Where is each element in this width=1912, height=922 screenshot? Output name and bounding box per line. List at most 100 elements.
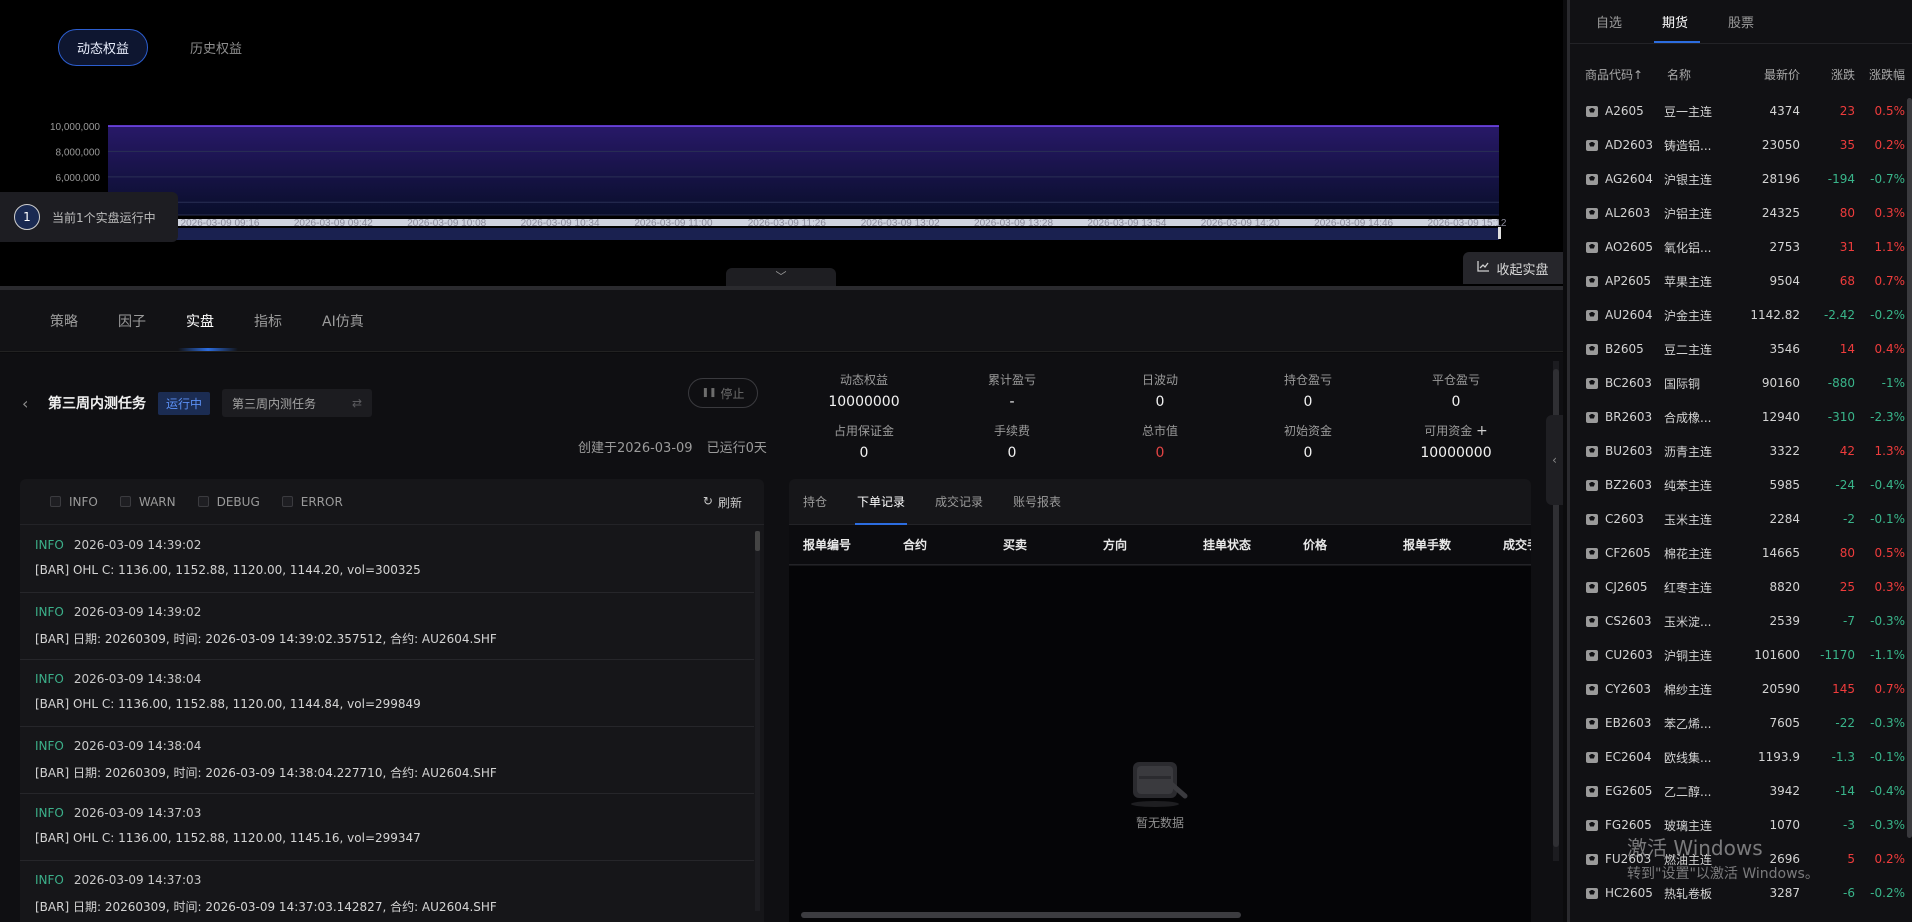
tab-indicator[interactable]: 指标 xyxy=(254,290,322,352)
tab-dynamic-equity[interactable]: 动态权益 xyxy=(58,29,149,66)
log-entry: INFO 2026-03-09 14:39:02 [BAR] 日期: 2026030… xyxy=(20,593,754,660)
favorite-icon[interactable] xyxy=(1586,615,1598,627)
favorite-icon[interactable] xyxy=(1586,139,1598,151)
favorite-icon[interactable] xyxy=(1586,309,1598,321)
collapse-live-button[interactable]: 收起实盘 xyxy=(1463,252,1563,284)
quote-row[interactable]: CF2605 棉花主连 14665 80 0.5% xyxy=(1570,536,1912,570)
quote-row[interactable]: A2605 豆一主连 4374 23 0.5% xyxy=(1570,94,1912,128)
quote-code: CU2603 xyxy=(1605,648,1653,662)
favorite-icon[interactable] xyxy=(1586,275,1598,287)
filter-error[interactable]: ERROR xyxy=(281,495,343,509)
favorite-icon[interactable] xyxy=(1586,853,1598,865)
quote-row[interactable]: AG2604 沪银主连 28196 -194 -0.7% xyxy=(1570,162,1912,196)
refresh-button[interactable]: ↻ 刷新 xyxy=(703,494,742,511)
favorite-icon[interactable] xyxy=(1586,377,1598,389)
quote-row[interactable]: BZ2603 纯苯主连 5985 -24 -0.4% xyxy=(1570,468,1912,502)
checkbox[interactable] xyxy=(281,496,293,507)
task-select[interactable]: 第三周内测任务 ⇄ xyxy=(222,389,373,417)
quote-change: 42 xyxy=(1839,444,1855,458)
horizontal-scrollbar[interactable] xyxy=(799,912,1521,918)
quote-change: 35 xyxy=(1839,138,1855,152)
tab-ai-sim[interactable]: AI仿真 xyxy=(322,290,390,352)
favorite-icon[interactable] xyxy=(1586,343,1598,355)
filter-warn[interactable]: WARN xyxy=(119,495,176,509)
quote-row[interactable]: FG2605 玻璃主连 1070 -3 -0.3% xyxy=(1570,808,1912,842)
favorite-icon[interactable] xyxy=(1586,513,1598,525)
quote-row[interactable]: CJ2605 红枣主连 8820 25 0.3% xyxy=(1570,570,1912,604)
scrollbar-thumb[interactable] xyxy=(1907,98,1912,838)
stat-label-text: 可用资金 xyxy=(1424,424,1473,438)
chevron-left-icon[interactable]: ‹ xyxy=(1546,415,1563,505)
favorite-icon[interactable] xyxy=(1586,683,1598,695)
stop-button[interactable]: ❚❚ 停止 xyxy=(688,378,758,408)
favorite-icon[interactable] xyxy=(1586,887,1598,899)
quote-row[interactable]: AP2605 苹果主连 9504 68 0.7% xyxy=(1570,264,1912,298)
quote-row[interactable]: EB2603 苯乙烯... 7605 -22 -0.3% xyxy=(1570,706,1912,740)
running-count-badge[interactable]: 1 当前1个实盘运行中 xyxy=(0,192,178,242)
back-arrow-icon[interactable]: ‹ xyxy=(22,394,36,413)
quote-change-pct: -2.3% xyxy=(1870,410,1905,424)
quote-row[interactable]: EC2604 欧线集... 1193.9 -1.3 -0.1% xyxy=(1570,740,1912,774)
column-header-code[interactable]: 商品代码↑ xyxy=(1570,66,1664,83)
quote-row[interactable]: FU2603 燃油主连 2696 5 0.2% xyxy=(1570,842,1912,876)
filter-label: DEBUG xyxy=(216,494,260,509)
quote-row[interactable]: CS2603 玉米淀... 2539 -7 -0.3% xyxy=(1570,604,1912,638)
tab-strategy[interactable]: 策略 xyxy=(50,290,118,352)
quote-row[interactable]: EG2605 乙二醇... 3942 -14 -0.4% xyxy=(1570,774,1912,808)
favorite-icon[interactable] xyxy=(1586,717,1598,729)
checkbox[interactable] xyxy=(197,496,209,507)
chevron-down-icon[interactable]: ﹀ xyxy=(726,268,836,286)
favorite-icon[interactable] xyxy=(1586,785,1598,797)
quote-row[interactable]: AO2605 氧化铝... 2753 31 1.1% xyxy=(1570,230,1912,264)
quote-row[interactable]: AU2604 沪金主连 1142.82 -2.42 -0.2% xyxy=(1570,298,1912,332)
quote-row[interactable]: CU2603 沪铜主连 101600 -1170 -1.1% xyxy=(1570,638,1912,672)
tab-positions[interactable]: 持仓 xyxy=(803,479,827,525)
add-icon[interactable]: + xyxy=(1476,423,1488,439)
tab-account-report[interactable]: 账号报表 xyxy=(1013,479,1061,525)
scrollbar-thumb[interactable] xyxy=(801,912,1241,918)
tab-trade-records[interactable]: 成交记录 xyxy=(935,479,983,525)
quote-name: 棉纱主连 xyxy=(1664,682,1713,697)
quote-row[interactable]: BC2603 国际铜 90160 -880 -1% xyxy=(1570,366,1912,400)
favorite-icon[interactable] xyxy=(1586,105,1598,117)
log-level: INFO xyxy=(35,806,64,820)
quote-row[interactable]: CY2603 棉纱主连 20590 145 0.7% xyxy=(1570,672,1912,706)
zoom-slider-track xyxy=(176,219,1499,226)
favorite-icon[interactable] xyxy=(1586,207,1598,219)
favorite-icon[interactable] xyxy=(1586,445,1598,457)
tab-watchlist[interactable]: 自选 xyxy=(1596,0,1662,44)
tab-futures[interactable]: 期货 xyxy=(1654,0,1728,44)
filter-info[interactable]: INFO xyxy=(50,495,98,509)
tab-live[interactable]: 实盘 xyxy=(178,290,254,352)
quote-row[interactable]: BR2603 合成橡... 12940 -310 -2.3% xyxy=(1570,400,1912,434)
filter-debug[interactable]: DEBUG xyxy=(197,494,260,509)
tab-factor[interactable]: 因子 xyxy=(118,290,186,352)
quote-row[interactable]: AD2603 铸造铝... 23050 35 0.2% xyxy=(1570,128,1912,162)
tab-order-records[interactable]: 下单记录 xyxy=(855,479,908,525)
quote-change-pct: -1.1% xyxy=(1870,648,1905,662)
favorite-icon[interactable] xyxy=(1586,751,1598,763)
quote-row[interactable]: BU2603 沥青主连 3322 42 1.3% xyxy=(1570,434,1912,468)
quote-price: 2753 xyxy=(1769,240,1800,254)
checkbox[interactable] xyxy=(50,496,61,507)
quote-row[interactable]: AL2603 沪铝主连 24325 80 0.3% xyxy=(1570,196,1912,230)
log-message: [BAR] 日期: 20260309, 时间: 2026-03-09 14:37… xyxy=(35,900,497,914)
favorite-icon[interactable] xyxy=(1586,581,1598,593)
favorite-icon[interactable] xyxy=(1586,547,1598,559)
scrollbar-thumb[interactable] xyxy=(755,531,760,551)
favorite-icon[interactable] xyxy=(1586,241,1598,253)
tab-stocks[interactable]: 股票 xyxy=(1728,0,1794,44)
favorite-icon[interactable] xyxy=(1586,479,1598,491)
favorite-icon[interactable] xyxy=(1586,411,1598,423)
quote-row[interactable]: B2605 豆二主连 3546 14 0.4% xyxy=(1570,332,1912,366)
status-badge: 运行中 xyxy=(158,391,211,415)
quotes-scrollbar[interactable] xyxy=(1907,62,1912,907)
quote-row[interactable]: C2603 玉米主连 2284 -2 -0.1% xyxy=(1570,502,1912,536)
favorite-icon[interactable] xyxy=(1586,173,1598,185)
tab-history-equity[interactable]: 历史权益 xyxy=(172,30,260,65)
favorite-icon[interactable] xyxy=(1586,649,1598,661)
favorite-icon[interactable] xyxy=(1586,819,1598,831)
log-scrollbar[interactable] xyxy=(755,531,760,911)
checkbox[interactable] xyxy=(119,496,131,507)
quote-row[interactable]: HC2605 热轧卷板 3287 -6 -0.2% xyxy=(1570,876,1912,910)
